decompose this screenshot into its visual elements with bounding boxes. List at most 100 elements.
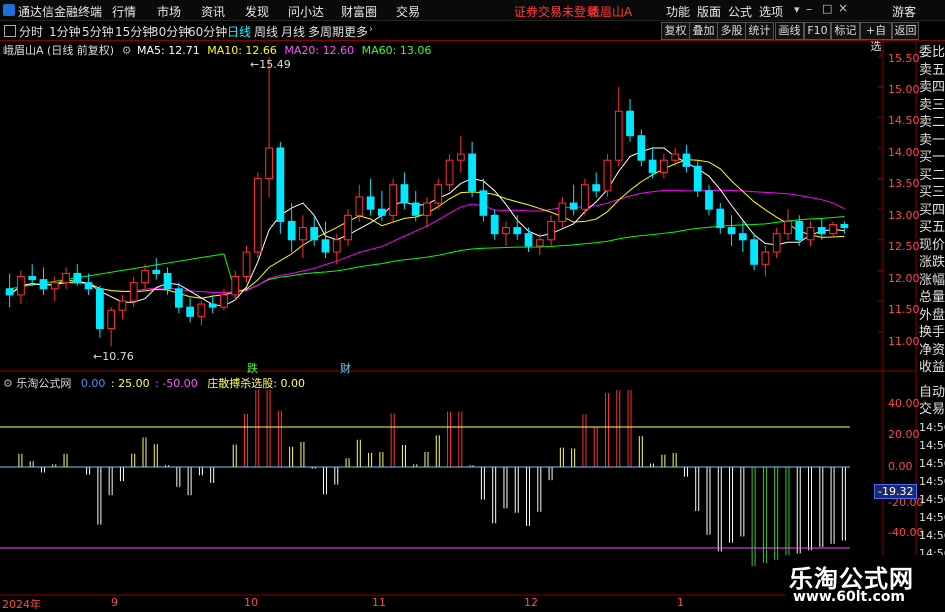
candle-body (795, 220, 804, 241)
menu-item-banmian[interactable]: 版面 (697, 3, 721, 20)
ind-tick: 20.00 (888, 428, 920, 441)
side-time-item: 14:56 (919, 439, 945, 452)
side-panel-item[interactable]: 换手 (919, 325, 945, 340)
side-panel-item[interactable]: 现价 (919, 238, 945, 253)
tab-multi-period[interactable]: 多周期 (308, 23, 344, 40)
back-button[interactable]: 返回 (892, 22, 919, 40)
grid-icon[interactable] (4, 25, 16, 37)
minimize-icon[interactable]: – (806, 2, 812, 16)
tab-more[interactable]: 更多 (344, 23, 368, 40)
side-panel-item[interactable]: 卖一 (919, 133, 945, 148)
price-tick: 12.00 (888, 272, 920, 285)
candle-body (389, 184, 398, 216)
side-panel-item[interactable]: 涨跌 (919, 255, 945, 270)
more-chevron-icon[interactable]: › (369, 24, 373, 35)
side-time-item: 14:56 (919, 493, 945, 506)
candle-body (738, 233, 747, 241)
tab-5min[interactable]: 5分钟 (82, 23, 114, 40)
side-panel-item[interactable]: 交易 (919, 402, 945, 417)
menu-item-faxian[interactable]: 发现 (245, 3, 269, 20)
biaoji-button[interactable]: 标记 (831, 22, 860, 40)
indicator-gear-icon[interactable]: ⚙ (3, 377, 13, 390)
candle-body (95, 288, 104, 330)
candle-body (118, 300, 127, 311)
f10-button[interactable]: F10 (804, 22, 831, 40)
candle-body (73, 272, 82, 284)
candle-body (524, 233, 533, 247)
tab-fenshi[interactable]: 分时 (19, 23, 43, 40)
candle-body (332, 239, 341, 253)
menu-item-shichang[interactable]: 市场 (157, 3, 181, 20)
current-value-badge: -19.32 (874, 484, 918, 499)
tab-weekly[interactable]: 周线 (254, 23, 278, 40)
maximize-icon[interactable]: □ (822, 2, 832, 15)
guest-label[interactable]: 游客 (892, 3, 916, 20)
menu-item-jiaoyi[interactable]: 交易 (396, 3, 420, 20)
candle-body (840, 223, 849, 229)
tab-1min[interactable]: 1分钟 (49, 23, 81, 40)
side-panel-item[interactable]: 卖五 (919, 63, 945, 78)
side-panel-item[interactable]: 收益 (919, 360, 945, 375)
side-panel-item[interactable]: 买五 (919, 220, 945, 235)
candle-body (265, 147, 273, 180)
candle-body (772, 233, 781, 253)
menu-item-xuanxiang[interactable]: 选项 (759, 3, 783, 20)
ma10-label: MA10: 12.66 (207, 44, 277, 57)
side-panel-item[interactable]: 买二 (919, 168, 945, 183)
tongji-button[interactable]: 统计 (745, 22, 774, 40)
event-mark-die[interactable]: 跌 (247, 360, 258, 376)
side-panel-item[interactable]: 总量 (919, 290, 945, 305)
menu-item-gongneng[interactable]: 功能 (666, 3, 690, 20)
candle-body (468, 153, 477, 192)
tab-monthly[interactable]: 月线 (281, 23, 305, 40)
menu-item-zixun[interactable]: 资讯 (201, 3, 225, 20)
event-mark-cai[interactable]: 财 (340, 360, 351, 376)
x-label: 10 (244, 596, 258, 609)
side-time-item: 14:56 (919, 529, 945, 542)
side-panel-item[interactable]: 卖四 (919, 80, 945, 95)
price-tick: 15.50 (888, 52, 920, 65)
side-panel-item[interactable]: 自动 (919, 385, 945, 400)
period-toolbar: 分时 1分钟 5分钟 15分钟 30分钟 60分钟 日线 周线 月线 多周期 更… (0, 21, 945, 53)
x-label: 11 (372, 596, 386, 609)
candle-body (174, 288, 183, 308)
indicator-name: 乐淘公式网 (16, 377, 72, 390)
side-panel-item[interactable]: 卖二 (919, 115, 945, 130)
side-panel-item[interactable]: 净资 (919, 343, 945, 358)
side-panel-item[interactable]: 买一 (919, 150, 945, 165)
diejia-button[interactable]: 叠加 (689, 22, 718, 40)
price-tick: 14.00 (888, 146, 920, 159)
price-tick: 11.00 (888, 335, 920, 348)
side-panel-item[interactable]: 买四 (919, 203, 945, 218)
add-watchlist-button[interactable]: +自选 (860, 22, 892, 53)
candle-body (806, 227, 815, 241)
close-icon[interactable]: × (838, 1, 848, 15)
side-panel-item[interactable]: 涨幅 (919, 273, 945, 288)
dropdown-icon[interactable]: ▾ (794, 3, 800, 16)
menu-item-wenxiaoda[interactable]: 问小达 (288, 3, 324, 20)
tab-daily[interactable]: 日线 (227, 23, 251, 40)
side-panel-item[interactable]: 买三 (919, 185, 945, 200)
candle-body (648, 159, 657, 173)
candle-body (152, 269, 161, 274)
tab-15min[interactable]: 15分钟 (115, 23, 154, 40)
fuquan-button[interactable]: 复权 (661, 22, 690, 40)
candle-body (535, 239, 544, 247)
menu-item-caifuquan[interactable]: 财富圈 (341, 3, 377, 20)
side-panel-item[interactable]: 委比 (919, 45, 945, 60)
candle-body (28, 276, 37, 281)
side-panel-item[interactable]: 外盘 (919, 308, 945, 323)
duogu-button[interactable]: 多股 (717, 22, 746, 40)
tab-30min[interactable]: 30分钟 (151, 23, 190, 40)
tab-60min[interactable]: 60分钟 (188, 23, 227, 40)
kline-chart[interactable] (0, 40, 945, 609)
menu-item-hangqing[interactable]: 行情 (112, 3, 136, 20)
login-status[interactable]: 证券交易未登录 (514, 3, 598, 20)
menu-item-gongshi[interactable]: 公式 (728, 3, 752, 20)
candle-body (502, 227, 510, 235)
candle-body (231, 276, 240, 296)
huaxian-button[interactable]: 画线 (775, 22, 804, 40)
candle-body (197, 303, 206, 317)
settings-gear-icon[interactable]: ⚙ (122, 44, 132, 57)
side-panel-item[interactable]: 卖三 (919, 98, 945, 113)
